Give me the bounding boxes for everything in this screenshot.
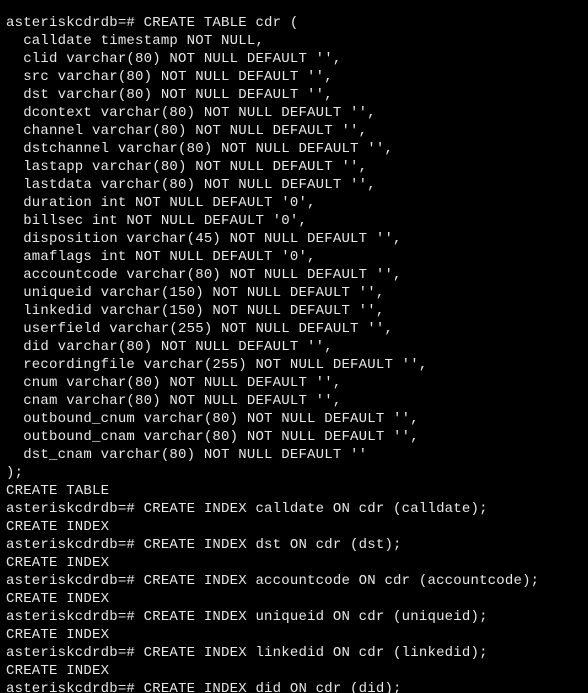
terminal-line: asteriskcdrdb=# CREATE INDEX did ON cdr … [6, 681, 402, 693]
terminal-line: accountcode varchar(80) NOT NULL DEFAULT… [6, 267, 402, 283]
terminal-line: asteriskcdrdb=# CREATE INDEX linkedid ON… [6, 645, 488, 661]
terminal-line: recordingfile varchar(255) NOT NULL DEFA… [6, 357, 427, 373]
terminal-line: asteriskcdrdb=# CREATE TABLE cdr ( [6, 15, 298, 31]
terminal-line: ); [6, 465, 23, 481]
terminal-line: cnam varchar(80) NOT NULL DEFAULT '', [6, 393, 341, 409]
terminal-line: asteriskcdrdb=# CREATE INDEX calldate ON… [6, 501, 488, 517]
terminal-output[interactable]: asteriskcdrdb=# CREATE TABLE cdr ( calld… [0, 14, 588, 693]
terminal-line: CREATE INDEX [6, 519, 109, 535]
terminal-line: CREATE INDEX [6, 555, 109, 571]
terminal-line: duration int NOT NULL DEFAULT '0', [6, 195, 316, 211]
terminal-line: asteriskcdrdb=# CREATE INDEX dst ON cdr … [6, 537, 402, 553]
terminal-line: amaflags int NOT NULL DEFAULT '0', [6, 249, 316, 265]
terminal-line: outbound_cnam varchar(80) NOT NULL DEFAU… [6, 429, 419, 445]
terminal-line: did varchar(80) NOT NULL DEFAULT '', [6, 339, 333, 355]
terminal-line: linkedid varchar(150) NOT NULL DEFAULT '… [6, 303, 384, 319]
terminal-line: dst varchar(80) NOT NULL DEFAULT '', [6, 87, 333, 103]
terminal-line: uniqueid varchar(150) NOT NULL DEFAULT '… [6, 285, 384, 301]
terminal-line: dcontext varchar(80) NOT NULL DEFAULT ''… [6, 105, 376, 121]
terminal-line: lastdata varchar(80) NOT NULL DEFAULT ''… [6, 177, 376, 193]
terminal-line: asteriskcdrdb=# CREATE INDEX accountcode… [6, 573, 539, 589]
terminal-line: calldate timestamp NOT NULL, [6, 33, 264, 49]
terminal-line: dst_cnam varchar(80) NOT NULL DEFAULT '' [6, 447, 367, 463]
terminal-line: clid varchar(80) NOT NULL DEFAULT '', [6, 51, 341, 67]
terminal-line: lastapp varchar(80) NOT NULL DEFAULT '', [6, 159, 367, 175]
terminal-line: asteriskcdrdb=# CREATE INDEX uniqueid ON… [6, 609, 488, 625]
terminal-line: CREATE INDEX [6, 663, 109, 679]
terminal-line: outbound_cnum varchar(80) NOT NULL DEFAU… [6, 411, 419, 427]
terminal-line: cnum varchar(80) NOT NULL DEFAULT '', [6, 375, 341, 391]
terminal-line: src varchar(80) NOT NULL DEFAULT '', [6, 69, 333, 85]
terminal-line: billsec int NOT NULL DEFAULT '0', [6, 213, 307, 229]
terminal-line: CREATE INDEX [6, 591, 109, 607]
terminal-line: userfield varchar(255) NOT NULL DEFAULT … [6, 321, 393, 337]
terminal-line: CREATE TABLE [6, 483, 109, 499]
terminal-line: channel varchar(80) NOT NULL DEFAULT '', [6, 123, 367, 139]
terminal-line: CREATE INDEX [6, 627, 109, 643]
terminal-line: disposition varchar(45) NOT NULL DEFAULT… [6, 231, 402, 247]
terminal-line: dstchannel varchar(80) NOT NULL DEFAULT … [6, 141, 393, 157]
